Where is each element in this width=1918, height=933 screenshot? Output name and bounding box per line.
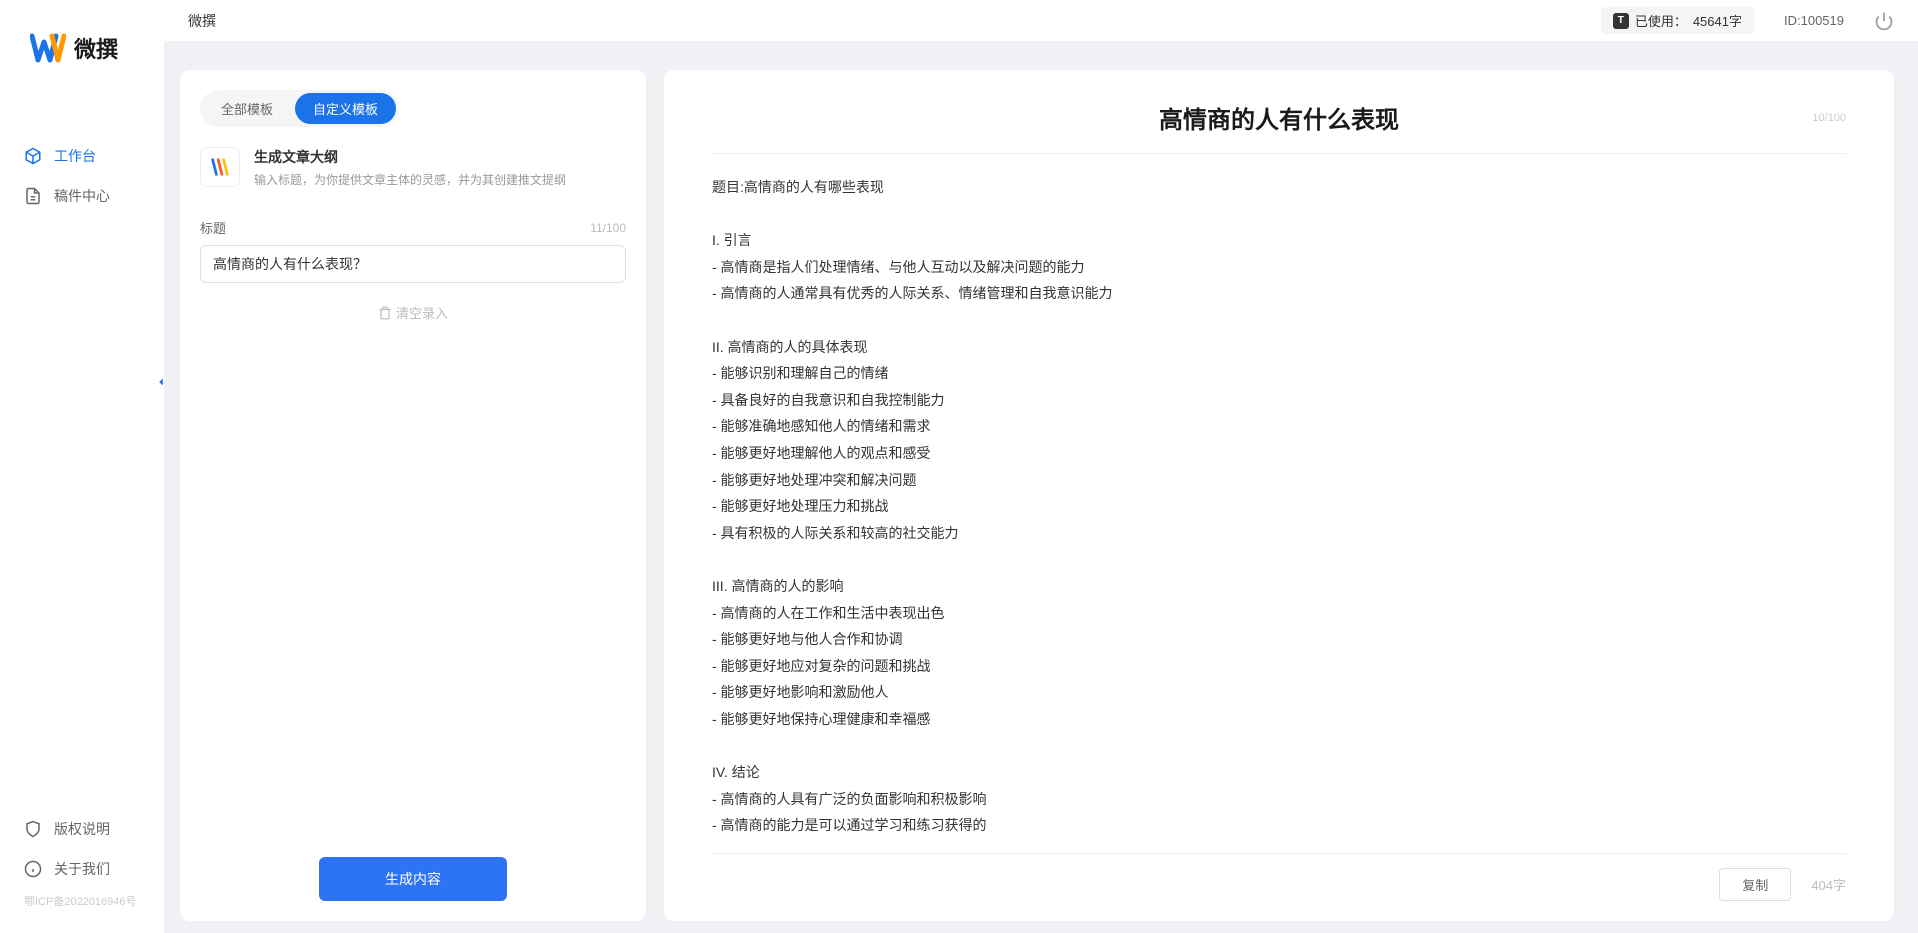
title-input[interactable] bbox=[200, 245, 626, 283]
template-icon bbox=[200, 147, 240, 187]
nav-item-workbench[interactable]: 工作台 bbox=[0, 136, 164, 176]
clear-label: 清空录入 bbox=[396, 303, 448, 322]
footer-item-copyright[interactable]: 版权说明 bbox=[0, 809, 164, 849]
template-tabs: 全部模板 自定义模板 bbox=[200, 90, 399, 127]
divider bbox=[712, 153, 1846, 154]
doc-icon bbox=[24, 187, 42, 205]
title-char-counter: 11/100 bbox=[590, 221, 626, 235]
topbar: 微撰 T 已使用： 45641字 ID:100519 bbox=[164, 0, 1918, 42]
copy-button[interactable]: 复制 bbox=[1719, 868, 1791, 901]
id-value: 100519 bbox=[1801, 13, 1844, 28]
nav-item-label: 稿件中心 bbox=[54, 186, 110, 206]
generate-button[interactable]: 生成内容 bbox=[319, 857, 507, 901]
trash-icon bbox=[378, 306, 392, 320]
input-panel: 全部模板 自定义模板 生成文章大纲 输入标题，为你提供文章主体的灵感，并为其创建… bbox=[180, 70, 646, 921]
template-card: 生成文章大纲 输入标题，为你提供文章主体的灵感，并为其创建推文提纲 bbox=[200, 147, 626, 188]
usage-label: 已使用： bbox=[1635, 11, 1687, 30]
template-description: 输入标题，为你提供文章主体的灵感，并为其创建推文提纲 bbox=[254, 171, 626, 188]
text-icon: T bbox=[1613, 13, 1629, 29]
title-label: 标题 bbox=[200, 218, 226, 237]
brand-logo: 微撰 bbox=[0, 0, 164, 96]
output-panel: 高情商的人有什么表现 10/100 题目:高情商的人有哪些表现 I. 引言 - … bbox=[664, 70, 1894, 921]
title-label-row: 标题 11/100 bbox=[200, 218, 626, 237]
output-header: 高情商的人有什么表现 10/100 bbox=[712, 100, 1846, 135]
tab-all-templates[interactable]: 全部模板 bbox=[203, 93, 291, 124]
topbar-right: T 已使用： 45641字 ID:100519 bbox=[1601, 7, 1894, 34]
cube-icon bbox=[24, 147, 42, 165]
word-count: 404字 bbox=[1811, 875, 1846, 894]
info-icon bbox=[24, 860, 42, 878]
nav-list: 工作台 稿件中心 bbox=[0, 136, 164, 216]
output-counter: 10/100 bbox=[1812, 112, 1846, 124]
clear-input-button[interactable]: 清空录入 bbox=[200, 303, 626, 322]
nav-item-drafts[interactable]: 稿件中心 bbox=[0, 176, 164, 216]
usage-badge[interactable]: T 已使用： 45641字 bbox=[1601, 7, 1754, 34]
template-name: 生成文章大纲 bbox=[254, 147, 626, 167]
tab-custom-templates[interactable]: 自定义模板 bbox=[295, 93, 396, 124]
shield-icon bbox=[24, 820, 42, 838]
logo-icon bbox=[30, 30, 66, 66]
sidebar: 微撰 工作台 稿件中心 版权说明 关于我们 bbox=[0, 0, 164, 933]
sidebar-collapse-handle[interactable] bbox=[151, 372, 171, 392]
output-title: 高情商的人有什么表现 bbox=[1159, 100, 1399, 135]
footer-item-label: 关于我们 bbox=[54, 859, 110, 879]
brand-name: 微撰 bbox=[74, 32, 118, 64]
nav-item-label: 工作台 bbox=[54, 146, 96, 166]
page-title: 微撰 bbox=[188, 11, 216, 31]
sidebar-footer: 版权说明 关于我们 鄂ICP备2022016946号 bbox=[0, 809, 164, 933]
footer-item-label: 版权说明 bbox=[54, 819, 110, 839]
icp-text: 鄂ICP备2022016946号 bbox=[0, 889, 164, 913]
output-footer: 复制 404字 bbox=[712, 853, 1846, 901]
user-id: ID:100519 bbox=[1784, 12, 1844, 30]
output-body[interactable]: 题目:高情商的人有哪些表现 I. 引言 - 高情商是指人们处理情绪、与他人互动以… bbox=[712, 174, 1846, 833]
id-label: ID: bbox=[1784, 13, 1801, 28]
template-info: 生成文章大纲 输入标题，为你提供文章主体的灵感，并为其创建推文提纲 bbox=[254, 147, 626, 188]
power-icon[interactable] bbox=[1874, 11, 1894, 31]
main-content: 全部模板 自定义模板 生成文章大纲 输入标题，为你提供文章主体的灵感，并为其创建… bbox=[164, 42, 1918, 933]
usage-value: 45641字 bbox=[1693, 11, 1742, 30]
footer-item-about[interactable]: 关于我们 bbox=[0, 849, 164, 889]
